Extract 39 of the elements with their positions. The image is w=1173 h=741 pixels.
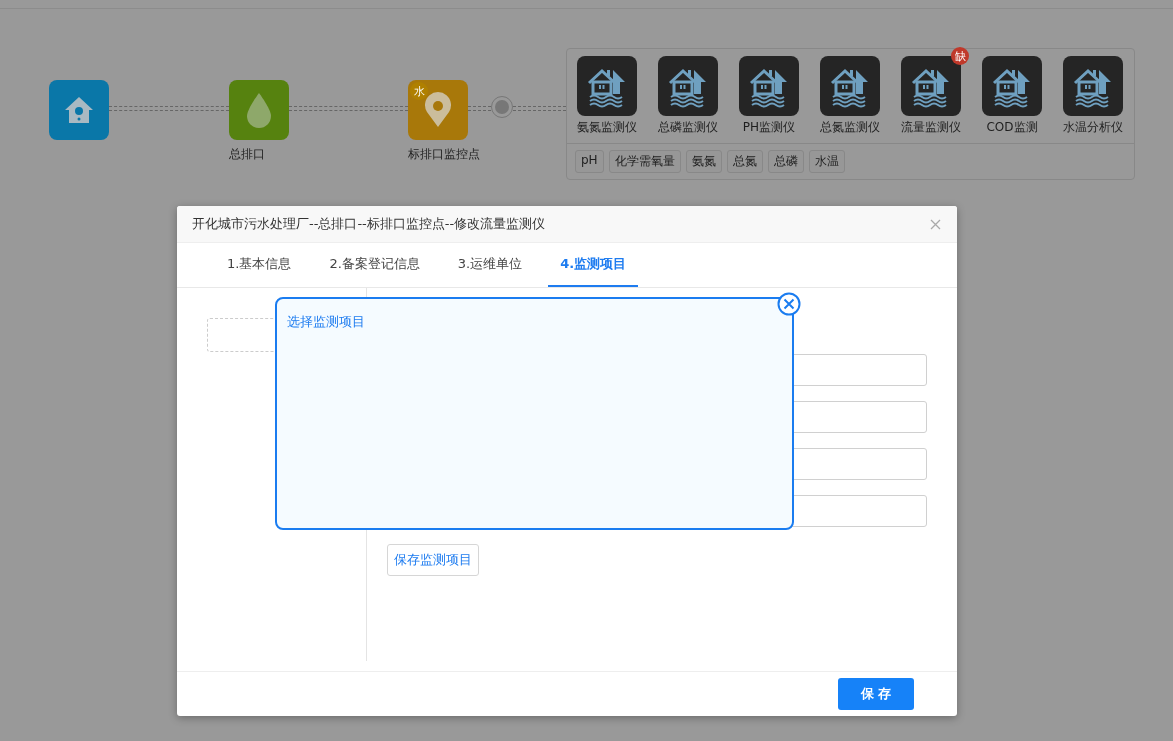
missing-badge: 缺	[951, 47, 969, 65]
parameter-tag[interactable]: 总磷	[767, 150, 804, 173]
instrument-label: 总磷监测仪	[658, 119, 718, 136]
dialog-tab[interactable]: 3.运维单位	[445, 243, 535, 287]
node-badge: 水	[410, 82, 428, 100]
instrument-label: 流量监测仪	[901, 119, 961, 136]
instrument-label: 总氮监测仪	[820, 119, 880, 136]
water-drop-icon	[246, 92, 272, 128]
instrument-tile[interactable]	[982, 56, 1042, 116]
save-button[interactable]: 保 存	[838, 678, 914, 710]
house-icon	[63, 95, 95, 125]
flow-end-node	[491, 96, 513, 118]
dialog-tab[interactable]: 2.备案登记信息	[317, 243, 432, 287]
parameter-tag[interactable]: pH	[575, 150, 604, 173]
flow-node-tile[interactable]: 水	[408, 80, 468, 140]
dialog-tab[interactable]: 1.基本信息	[215, 243, 304, 287]
parameter-tag[interactable]: 氨氮	[685, 150, 722, 173]
flow-node-tile[interactable]	[49, 80, 109, 140]
node-label: 标排口监控点	[408, 146, 480, 162]
dialog-tab[interactable]: 4.监测项目	[548, 243, 639, 287]
instrument-tile[interactable]	[739, 56, 799, 116]
popup-title: 选择监测项目	[287, 314, 365, 329]
instrument-label: 氨氮监测仪	[577, 119, 637, 136]
map-pin-icon	[424, 92, 452, 128]
parameter-tag[interactable]: 化学需氧量	[608, 150, 681, 173]
instrument-label: 水温分析仪	[1063, 119, 1123, 136]
instrument-tile[interactable]	[1063, 56, 1123, 116]
instrument-tile[interactable]	[577, 56, 637, 116]
parameter-tag[interactable]: 水温	[808, 150, 845, 173]
save-items-button[interactable]: 保存监测项目	[387, 544, 479, 576]
node-label: 总排口	[229, 146, 265, 162]
instrument-label: COD监测	[986, 119, 1038, 136]
flow-node-tile[interactable]	[229, 80, 289, 140]
close-icon[interactable]	[777, 292, 801, 316]
instrument-label: PH监测仪	[742, 119, 796, 136]
parameter-tag[interactable]: 总氮	[726, 150, 763, 173]
instrument-tile[interactable]	[658, 56, 718, 116]
instrument-tile[interactable]	[820, 56, 880, 116]
dialog-title: 开化城市污水处理厂--总排口--标排口监控点--修改流量监测仪	[192, 215, 546, 233]
